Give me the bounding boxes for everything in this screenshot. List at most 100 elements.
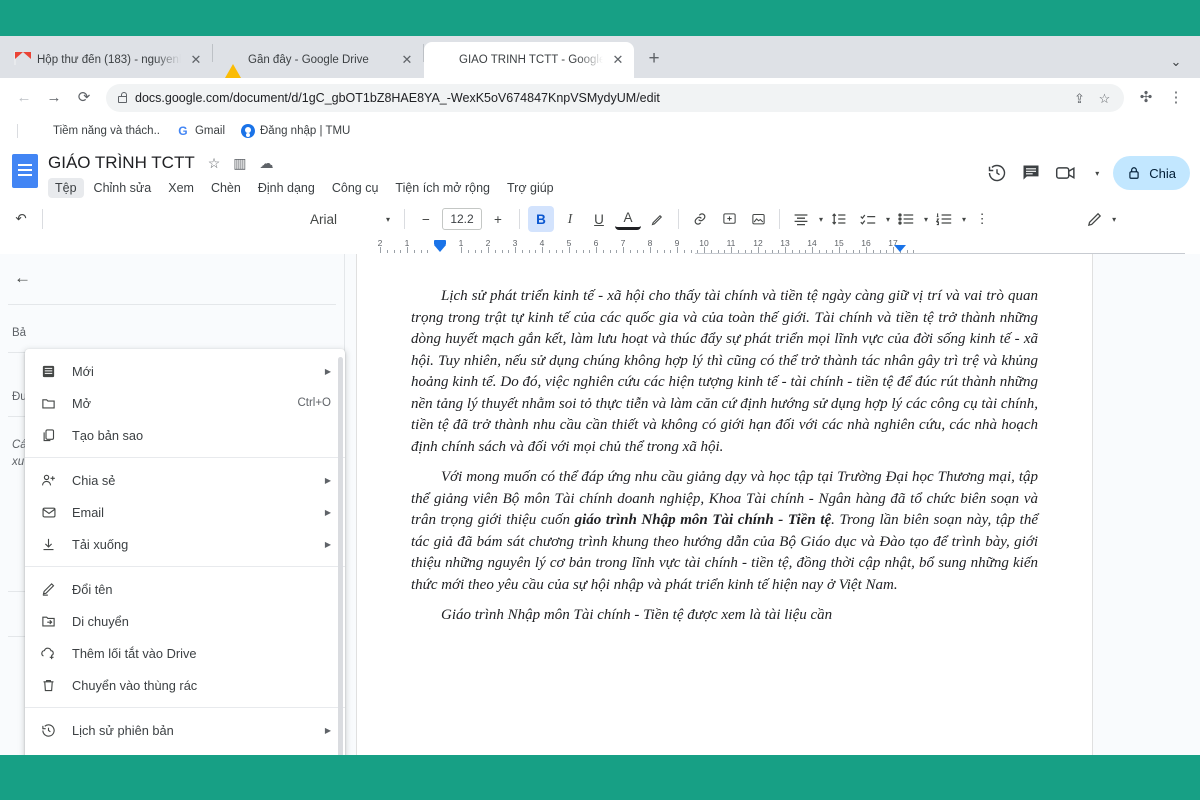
file-menu-item-m-i[interactable]: Mới ▶ (25, 355, 345, 387)
bookmark-item-0[interactable]: Tiềm năng và thách.. (34, 124, 160, 138)
browser-tab-docs[interactable]: GIÁO TRÌNH TCTT - Google Tài li ✕ (424, 42, 634, 78)
document-text[interactable]: Lịch sử phát triển kinh tế - xã hội cho … (357, 254, 1092, 636)
italic-button[interactable]: I (557, 206, 583, 232)
version-history-icon[interactable] (987, 163, 1007, 183)
file-menu-item-th-m-l-i-t-t-v-o-drive[interactable]: Thêm lối tắt vào Drive (25, 637, 345, 669)
move-to-folder-icon[interactable]: ▥ (233, 155, 246, 171)
tab-strip-right: ⌄ (1162, 54, 1200, 78)
checklist-icon[interactable] (855, 206, 881, 232)
tab-search-chevron-down-icon[interactable]: ⌄ (1162, 54, 1190, 70)
close-tab-icon[interactable]: ✕ (188, 52, 204, 68)
line-spacing-icon[interactable] (826, 206, 852, 232)
font-size-input[interactable]: 12.2 (442, 208, 482, 230)
editing-mode-chevron-down-icon[interactable]: ▾ (1112, 215, 1116, 224)
left-indent-marker[interactable] (434, 245, 446, 252)
trash-icon (41, 678, 58, 693)
browser-tab-gmail[interactable]: Hộp thư đến (183) - nguyenhoai ✕ (2, 42, 212, 78)
ruler[interactable]: 2 1 1 2 3 4 5 6 7 8 9 10 11 12 13 14 15 16 17 (0, 238, 1200, 254)
ruler-minor-tick (636, 250, 638, 253)
file-menu-item-cho-ph-p-s-d-ng-khi-kh-ng-c-m-ng[interactable]: Cho phép sử dụng khi không có mạng (25, 746, 345, 756)
menu-chen[interactable]: Chèn (204, 178, 248, 198)
page-title[interactable]: GIÁO TRÌNH TCTT (48, 153, 195, 173)
bulleted-list-icon[interactable] (893, 206, 919, 232)
menu-xem[interactable]: Xem (161, 178, 201, 198)
menu-tro-giup[interactable]: Trợ giúp (500, 178, 561, 198)
meet-camera-icon[interactable] (1055, 163, 1079, 183)
star-icon[interactable]: ☆ (1097, 91, 1112, 106)
add-comment-icon[interactable] (716, 206, 742, 232)
decrease-font-size-button[interactable]: − (413, 206, 439, 232)
back-arrow-icon[interactable]: ← (0, 254, 344, 288)
omnibox-actions: ⇪ ☆ (1072, 91, 1112, 106)
docs-toolbar: ↶ Arial ▾ − 12.2 + B I U A ▾ ▾ ▾ ▾ ⋮ ▾ (0, 200, 1200, 238)
extensions-puzzle-icon[interactable]: ✣ (1132, 84, 1160, 112)
comment-icon[interactable] (1021, 163, 1041, 183)
bookmark-item-tmu[interactable]: Đăng nhập | TMU (241, 124, 350, 138)
file-menu-dropdown[interactable]: Mới ▶ Mở Ctrl+O Tạo bản sao Chia sẻ ▶ Email ▶ Tải… (25, 349, 345, 755)
file-menu-item-chia-s[interactable]: Chia sẻ ▶ (25, 464, 345, 496)
share-button[interactable]: Chia (1113, 156, 1190, 190)
file-menu-item-chuy-n-v-o-th-ng-r-c[interactable]: Chuyển vào thùng rác (25, 669, 345, 701)
file-menu-item-email[interactable]: Email ▶ (25, 496, 345, 528)
ruler-minor-tick (737, 250, 739, 253)
file-menu-item-label: Thêm lối tắt vào Drive (72, 645, 197, 661)
document-page[interactable]: Lịch sử phát triển kinh tế - xã hội cho … (357, 254, 1092, 755)
ruler-minor-tick (744, 250, 746, 253)
file-menu-item-l-ch-s-phi-n-b-n[interactable]: Lịch sử phiên bản ▶ (25, 714, 345, 746)
cloud-saved-icon[interactable]: ☁ (260, 155, 274, 171)
ruler-label: 16 (861, 238, 871, 248)
copy-icon (41, 428, 58, 443)
bold-button[interactable]: B (528, 206, 554, 232)
file-menu-item-i-t-n[interactable]: Đổi tên (25, 573, 345, 605)
docs-icon (436, 52, 452, 68)
font-family-select[interactable]: Arial ▾ (304, 206, 396, 232)
file-menu-item-t-i-xu-ng[interactable]: Tải xuống ▶ (25, 528, 345, 560)
url-input[interactable]: docs.google.com/document/d/1gC_gbOT1bZ8H… (106, 84, 1124, 112)
file-menu-item-di-chuy-n[interactable]: Di chuyển (25, 605, 345, 637)
meet-chevron-down-icon[interactable]: ▾ (1095, 169, 1099, 178)
share-icon[interactable]: ⇪ (1072, 91, 1087, 106)
undo-button[interactable]: ↶ (8, 206, 34, 232)
numbered-list-chevron-down-icon[interactable]: ▾ (962, 215, 966, 224)
file-menu-item-label: Mở (72, 395, 92, 411)
insert-image-icon[interactable] (745, 206, 771, 232)
ruler-minor-tick (906, 250, 908, 253)
google-docs-icon[interactable] (12, 154, 38, 188)
toolbar-separator (678, 209, 679, 229)
ruler-label: 8 (647, 238, 653, 248)
menu-cong-cu[interactable]: Công cụ (325, 178, 386, 198)
checklist-chevron-down-icon[interactable]: ▾ (886, 215, 890, 224)
forward-button[interactable]: → (40, 84, 68, 112)
bulleted-list-chevron-down-icon[interactable]: ▾ (924, 215, 928, 224)
underline-button[interactable]: U (586, 206, 612, 232)
star-icon[interactable]: ☆ (208, 155, 221, 171)
close-tab-icon[interactable]: ✕ (610, 52, 626, 68)
menu-tep[interactable]: Tệp (48, 178, 84, 198)
menu-chinh-sua[interactable]: Chỉnh sửa (87, 178, 159, 198)
more-options-button[interactable]: ⋮ (969, 206, 995, 232)
file-menu-item-m[interactable]: Mở Ctrl+O (25, 387, 345, 419)
reload-button[interactable]: ⟳ (70, 84, 98, 112)
link-icon[interactable] (687, 206, 713, 232)
menu-dinh-dang[interactable]: Định dạng (251, 178, 322, 198)
browser-menu-icon[interactable]: ⋮ (1162, 84, 1190, 112)
highlight-pen-icon[interactable] (644, 206, 670, 232)
menu-tien-ich-mo-rong[interactable]: Tiện ích mở rộng (388, 178, 497, 198)
increase-font-size-button[interactable]: + (485, 206, 511, 232)
text-color-button[interactable]: A (615, 208, 641, 230)
bookmark-item-gmail[interactable]: G Gmail (176, 124, 225, 138)
back-button[interactable]: ← (10, 84, 38, 112)
first-line-indent-marker[interactable] (434, 240, 446, 245)
page-scroll-area[interactable]: Lịch sử phát triển kinh tế - xã hội cho … (345, 254, 1200, 755)
right-indent-marker[interactable] (894, 245, 906, 252)
browser-tab-drive[interactable]: Gần đây - Google Drive ✕ (213, 42, 423, 78)
menu-scrollbar[interactable] (338, 357, 343, 755)
align-icon[interactable] (788, 206, 814, 232)
pencil-icon[interactable] (1081, 206, 1107, 232)
numbered-list-icon[interactable] (931, 206, 957, 232)
close-tab-icon[interactable]: ✕ (399, 52, 415, 68)
file-menu-item-t-o-b-n-sao[interactable]: Tạo bản sao (25, 419, 345, 451)
align-chevron-down-icon[interactable]: ▾ (819, 215, 823, 224)
ruler-minor-tick (697, 250, 699, 253)
new-tab-button[interactable]: + (640, 46, 668, 74)
